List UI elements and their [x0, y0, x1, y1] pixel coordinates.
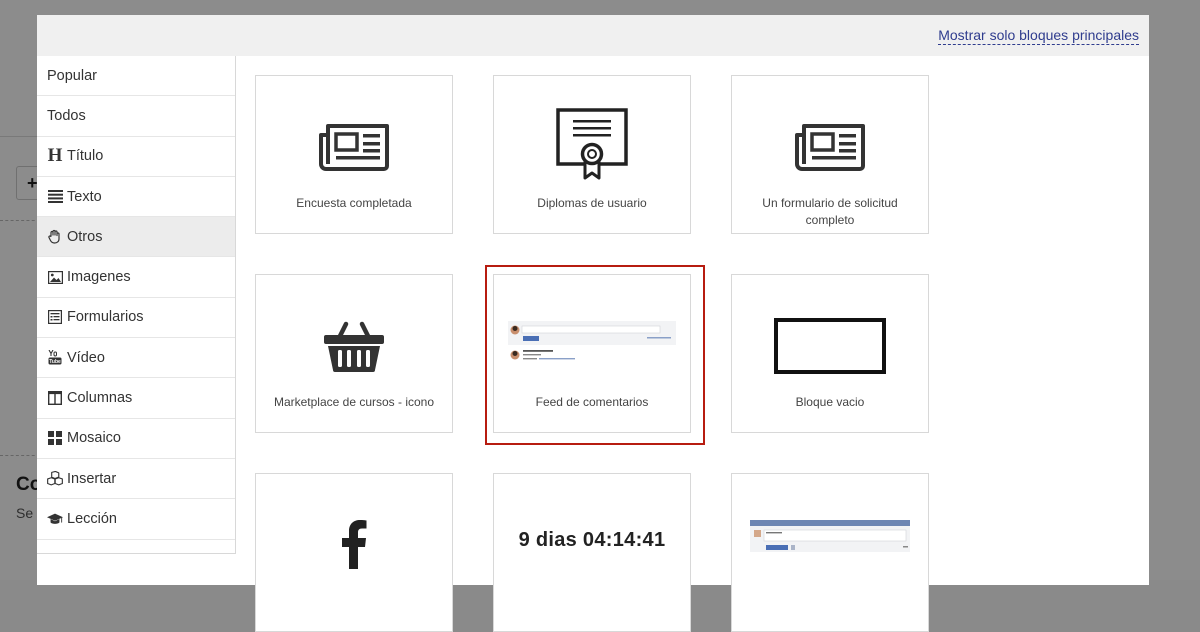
block-card-label: Feed de comentarios: [535, 395, 649, 409]
block-card-comment-widget[interactable]: [731, 473, 929, 632]
sidebar-item-video[interactable]: Tube Vídeo: [37, 338, 235, 379]
youtube-icon: Tube: [47, 350, 63, 366]
sidebar-item-texto[interactable]: Texto: [37, 177, 235, 218]
block-card-encuesta-completada[interactable]: Encuesta completada: [255, 75, 453, 234]
sidebar-item-label: Todos: [47, 107, 86, 124]
sidebar-item-label: Imagenes: [67, 269, 131, 286]
block-card-countdown[interactable]: 9 dias 04:14:41: [493, 473, 691, 632]
block-picker-modal: Mostrar solo bloques principales Popular…: [37, 15, 1149, 632]
newspaper-icon: [256, 114, 452, 180]
mosaic-icon: [47, 430, 63, 446]
sidebar-item-label: Otros: [67, 228, 103, 245]
block-card-diplomas-de-usuario[interactable]: Diplomas de usuario: [493, 75, 691, 234]
sidebar-item-label: Popular: [47, 67, 97, 84]
modal-top-bar: Mostrar solo bloques principales: [37, 15, 1149, 56]
comment-widget-preview: [732, 518, 928, 558]
heading-icon: H: [47, 145, 63, 167]
sidebar-item-titulo[interactable]: H Título: [37, 137, 235, 177]
cubes-icon: [47, 471, 63, 487]
sidebar-item-columnas[interactable]: Columnas: [37, 378, 235, 419]
sidebar-item-imagenes[interactable]: Imagenes: [37, 257, 235, 298]
empty-rectangle-icon: [732, 313, 928, 379]
block-card-label: Encuesta completada: [296, 196, 412, 210]
text-lines-icon: [47, 189, 63, 205]
sidebar-item-formularios[interactable]: Formularios: [37, 298, 235, 339]
block-card-label: Bloque vacio: [795, 395, 865, 409]
block-card-bloque-vacio[interactable]: Bloque vacio: [731, 274, 929, 433]
sidebar-item-label: Columnas: [67, 390, 133, 407]
sidebar-item-mosaico[interactable]: Mosaico: [37, 419, 235, 459]
countdown-text: 9 dias 04:14:41: [518, 528, 666, 551]
form-icon: [47, 309, 63, 325]
block-card-feed-de-comentarios[interactable]: Feed de comentarios: [493, 274, 691, 433]
certificate-icon: [494, 106, 690, 182]
category-sidebar: Popular Todos H Título Texto Otros Image…: [37, 56, 236, 554]
comment-feed-preview: [494, 319, 690, 369]
block-card-formulario-solicitud[interactable]: Un formulario de solicitud completo: [731, 75, 929, 234]
sidebar-item-label: Insertar: [67, 470, 117, 487]
facebook-icon: [256, 518, 452, 570]
sidebar-item-otros[interactable]: Otros: [37, 217, 235, 258]
block-card-label: Diplomas de usuario: [537, 196, 647, 210]
sidebar-item-insertar[interactable]: Insertar: [37, 459, 235, 500]
block-card-label: Un formulario de solicitud completo: [762, 196, 898, 227]
countdown-preview: 9 dias 04:14:41: [494, 522, 690, 558]
sidebar-item-label: Mosaico: [67, 430, 121, 447]
newspaper-icon: [732, 114, 928, 180]
sidebar-item-label: Formularios: [67, 309, 144, 326]
basket-icon: [256, 313, 452, 379]
sidebar-item-label: Título: [67, 148, 104, 165]
block-card-marketplace-cursos[interactable]: Marketplace de cursos - icono: [255, 274, 453, 433]
hand-icon: [47, 229, 63, 245]
image-icon: [47, 269, 63, 285]
sidebar-item-todos[interactable]: Todos: [37, 96, 235, 137]
block-card-label: Marketplace de cursos - icono: [273, 395, 435, 409]
sidebar-item-label: Lección: [67, 510, 117, 527]
sidebar-item-label: Texto: [67, 188, 102, 205]
block-card-facebook[interactable]: [255, 473, 453, 632]
columns-icon: [47, 390, 63, 406]
graduation-cap-icon: [47, 511, 63, 527]
sidebar-item-popular[interactable]: Popular: [37, 56, 235, 97]
show-main-blocks-link[interactable]: Mostrar solo bloques principales: [938, 27, 1139, 45]
sidebar-item-label: Vídeo: [67, 349, 105, 366]
sidebar-item-leccion[interactable]: Lección: [37, 499, 235, 540]
svg-text:Tube: Tube: [49, 359, 61, 365]
